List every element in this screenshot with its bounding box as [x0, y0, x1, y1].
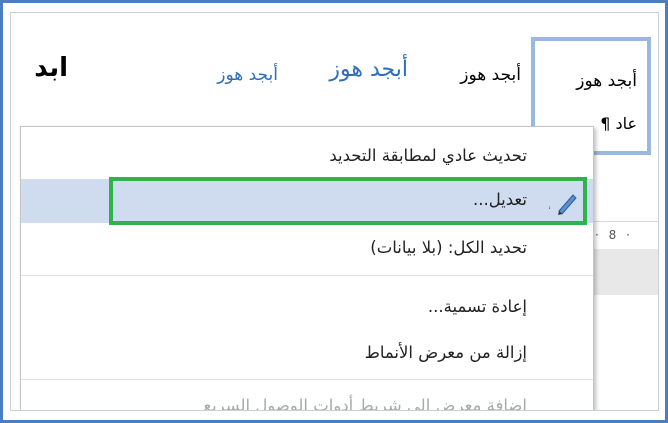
app-window: أبجد هوز ¶ عاد أبجد هوز أبجد هوز أبجد هو…	[10, 12, 659, 411]
menu-item-label: تحديد الكل: (بلا بيانات)	[370, 238, 527, 257]
style-no-spacing[interactable]: أبجد هوز	[421, 13, 521, 117]
style-heading-2-sample: أبجد هوز	[217, 65, 278, 85]
style-title[interactable]: ابد	[11, 13, 68, 117]
ruler: · 8 ·	[591, 221, 658, 251]
ruler-marks: · 8 ·	[595, 228, 633, 242]
style-context-menu: تحديث عادي لمطابقة التحديد A تعديل... تح…	[20, 126, 594, 411]
screenshot-frame: أبجد هوز ¶ عاد أبجد هوز أبجد هوز أبجد هو…	[0, 0, 668, 423]
style-heading-1-sample: أبجد هوز	[329, 57, 408, 82]
menu-item-update-to-match[interactable]: تحديث عادي لمطابقة التحديد	[21, 135, 593, 179]
menu-item-label: تحديث عادي لمطابقة التحديد	[329, 146, 527, 165]
menu-separator	[21, 379, 593, 380]
menu-item-label: إزالة من معرض الأنماط	[364, 343, 527, 362]
menu-separator	[21, 275, 593, 276]
style-heading-1[interactable]: أبجد هوز	[288, 13, 408, 117]
document-margin-area	[591, 249, 658, 295]
style-normal-sample: أبجد هوز	[576, 71, 637, 91]
menu-item-select-all[interactable]: تحديد الكل: (بلا بيانات)	[21, 227, 593, 271]
menu-item-add-to-quick-access: إضافة معرض إلى شريط أدوات الوصول السريع	[21, 385, 593, 411]
menu-item-rename[interactable]: إعادة تسمية...	[21, 286, 593, 330]
style-no-spacing-sample: أبجد هوز	[460, 65, 521, 85]
menu-item-label: إضافة معرض إلى شريط أدوات الوصول السريع	[203, 396, 527, 411]
styles-gallery: أبجد هوز ¶ عاد أبجد هوز أبجد هوز أبجد هو…	[11, 13, 658, 155]
menu-item-label: إعادة تسمية...	[427, 297, 527, 316]
annotation-highlight-box	[109, 177, 587, 225]
menu-item-remove-from-gallery[interactable]: إزالة من معرض الأنماط	[21, 332, 593, 376]
style-title-sample: ابد	[34, 53, 68, 83]
style-normal-paragraph-mark: ¶ عاد	[600, 114, 637, 133]
style-heading-2[interactable]: أبجد هوز	[178, 13, 278, 117]
